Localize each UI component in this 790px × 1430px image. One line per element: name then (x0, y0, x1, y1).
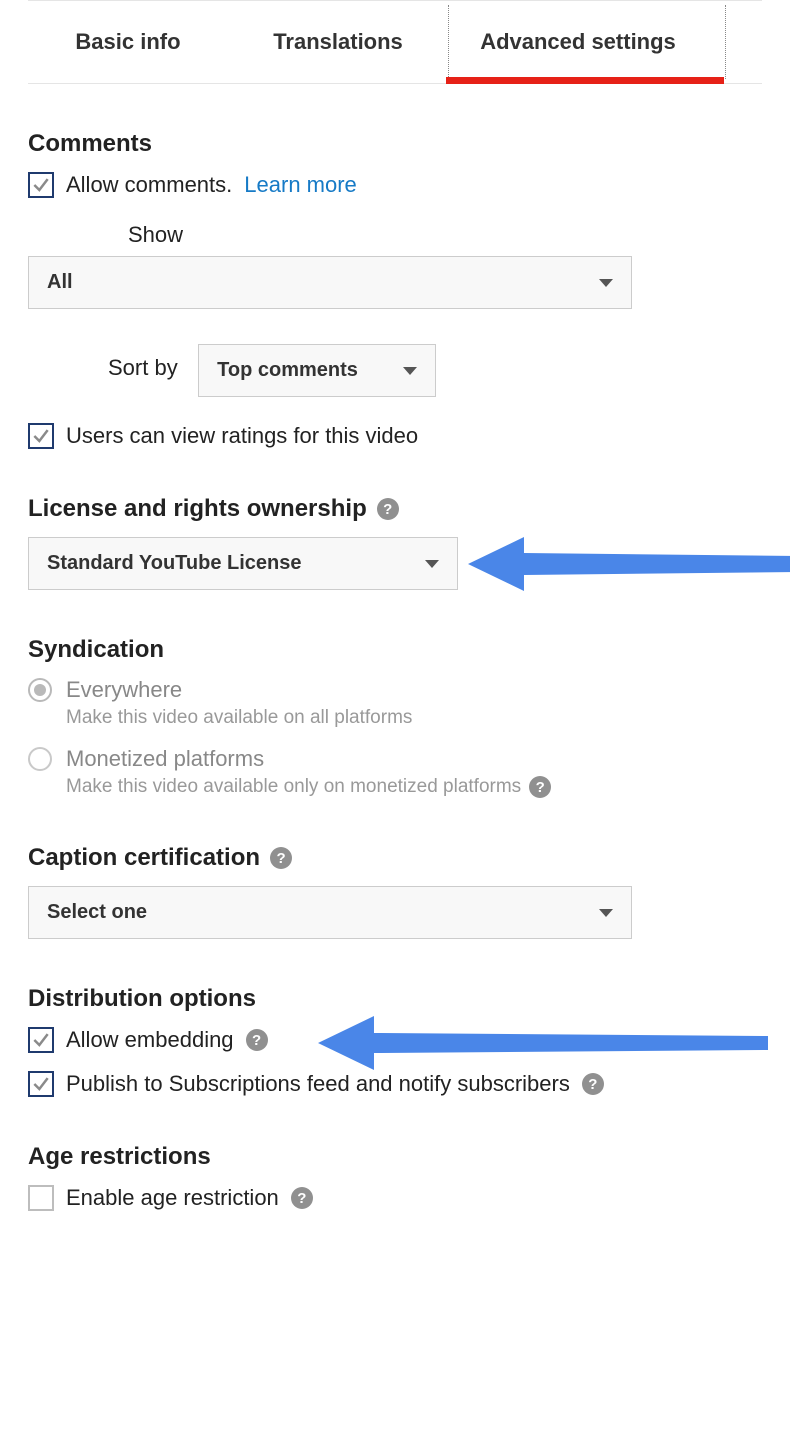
show-select-value: All (47, 271, 73, 294)
annotation-arrow (468, 529, 790, 599)
check-icon (31, 1030, 51, 1050)
allow-comments-label: Allow comments. (66, 172, 232, 198)
syndication-everywhere-sublabel: Make this video available on all platfor… (66, 707, 762, 729)
license-heading: License and rights ownership ? (28, 495, 762, 523)
check-icon (31, 426, 51, 446)
help-icon[interactable]: ? (377, 498, 399, 520)
tab-bar: Basic info Translations Advanced setting… (28, 0, 762, 84)
tab-translations[interactable]: Translations (228, 1, 448, 83)
show-label: Show (128, 222, 762, 248)
help-icon[interactable]: ? (529, 776, 551, 798)
help-icon[interactable]: ? (291, 1187, 313, 1209)
caret-down-icon (599, 279, 613, 287)
caret-down-icon (599, 909, 613, 917)
help-icon[interactable]: ? (246, 1029, 268, 1051)
caret-down-icon (403, 367, 417, 375)
enable-age-restriction-label: Enable age restriction (66, 1185, 279, 1211)
show-select[interactable]: All (28, 256, 632, 309)
syndication-monetized-sublabel: Make this video available only on moneti… (66, 776, 521, 798)
caption-select[interactable]: Select one (28, 886, 632, 939)
caret-down-icon (425, 560, 439, 568)
allow-comments-checkbox[interactable] (28, 172, 54, 198)
help-icon[interactable]: ? (582, 1073, 604, 1095)
check-icon (31, 1074, 51, 1094)
allow-embedding-label: Allow embedding (66, 1027, 234, 1053)
view-ratings-checkbox[interactable] (28, 423, 54, 449)
caption-heading: Caption certification ? (28, 844, 762, 872)
age-restrictions-heading: Age restrictions (28, 1143, 762, 1171)
publish-subscriptions-label: Publish to Subscriptions feed and notify… (66, 1071, 570, 1097)
allow-embedding-checkbox[interactable] (28, 1027, 54, 1053)
distribution-heading: Distribution options (28, 985, 762, 1013)
publish-subscriptions-checkbox[interactable] (28, 1071, 54, 1097)
sort-by-label: Sort by (108, 355, 178, 381)
comments-heading: Comments (28, 130, 762, 158)
annotation-arrow (318, 1011, 768, 1075)
license-select-value: Standard YouTube License (47, 552, 302, 575)
syndication-monetized-label: Monetized platforms (66, 746, 264, 772)
help-icon[interactable]: ? (270, 847, 292, 869)
tab-basic-info[interactable]: Basic info (28, 1, 228, 83)
syndication-heading: Syndication (28, 636, 762, 664)
syndication-everywhere-radio[interactable] (28, 678, 52, 702)
tab-advanced-settings[interactable]: Advanced settings (448, 1, 708, 83)
active-tab-indicator (446, 77, 724, 84)
learn-more-link[interactable]: Learn more (244, 172, 357, 198)
caption-heading-text: Caption certification (28, 844, 260, 872)
enable-age-restriction-checkbox[interactable] (28, 1185, 54, 1211)
check-icon (31, 175, 51, 195)
syndication-everywhere-label: Everywhere (66, 677, 182, 703)
syndication-monetized-radio[interactable] (28, 747, 52, 771)
sort-by-value: Top comments (217, 359, 358, 382)
caption-select-value: Select one (47, 901, 147, 924)
license-heading-text: License and rights ownership (28, 495, 367, 523)
sort-by-select[interactable]: Top comments (198, 344, 436, 397)
license-select[interactable]: Standard YouTube License (28, 537, 458, 590)
view-ratings-label: Users can view ratings for this video (66, 423, 418, 449)
